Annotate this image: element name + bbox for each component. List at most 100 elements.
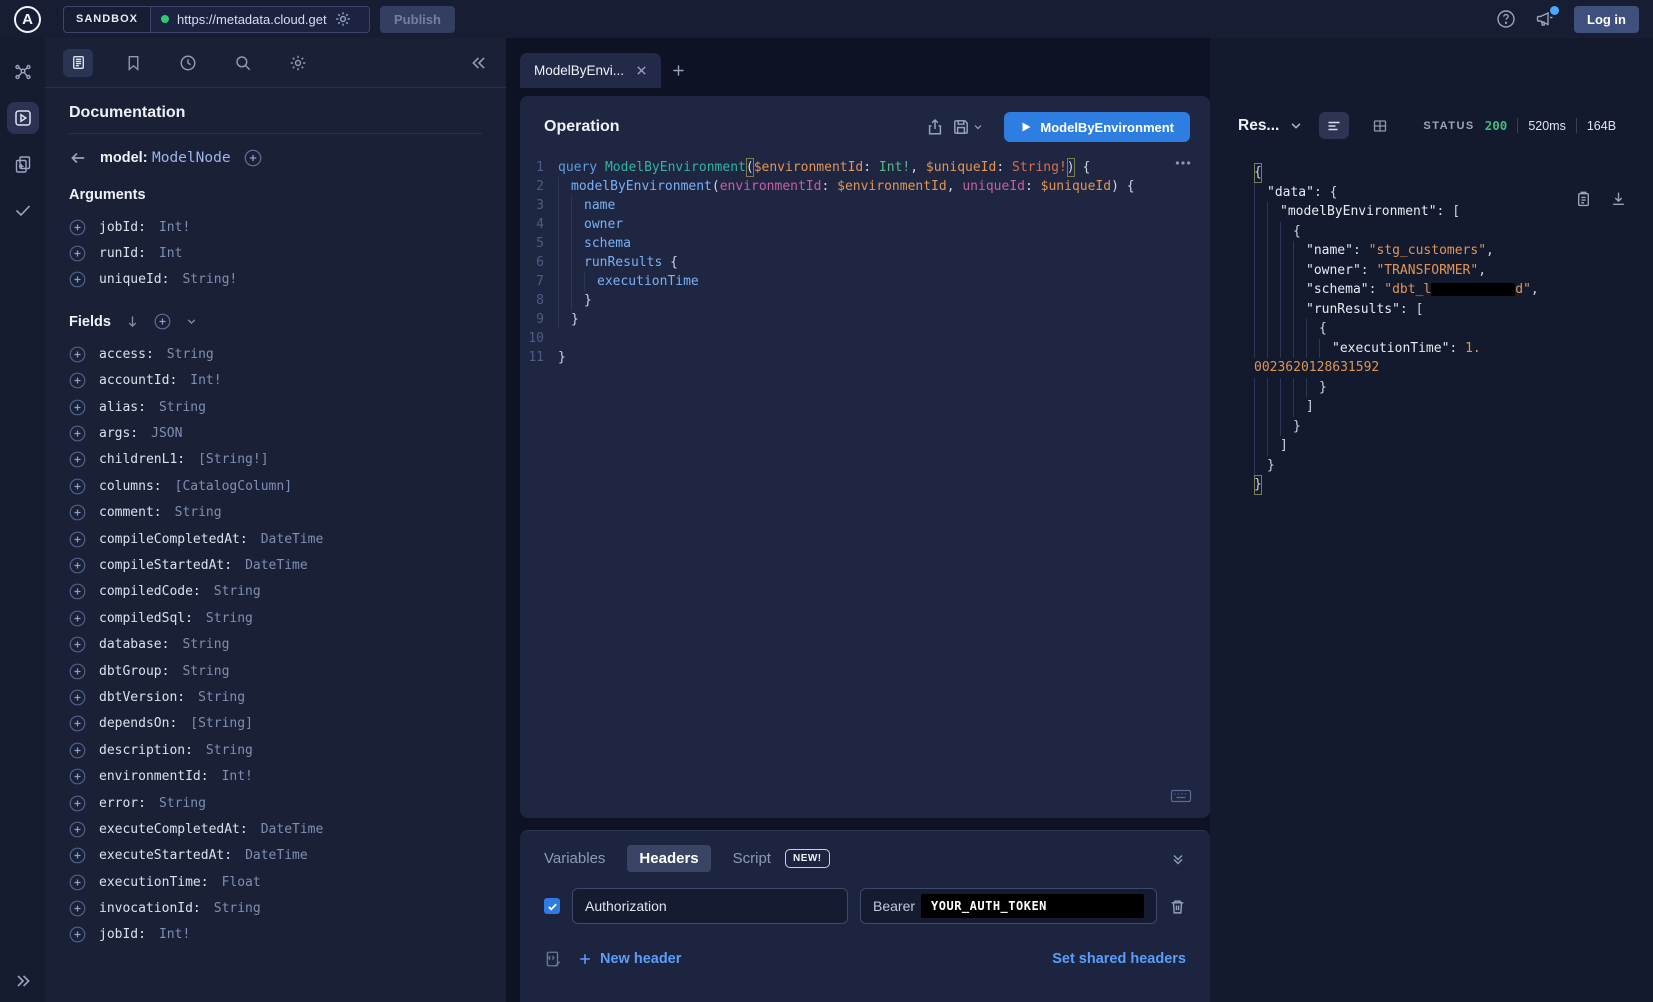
add-to-query-circle-plus-icon[interactable] <box>69 689 86 706</box>
field-item[interactable]: description:String <box>69 737 482 763</box>
endpoint-settings-gear-icon[interactable] <box>335 11 351 27</box>
add-field-circle-plus-icon[interactable] <box>244 149 262 167</box>
field-item[interactable]: executeCompletedAt:DateTime <box>69 816 482 842</box>
operation-editor[interactable]: 1query ModelByEnvironment($environmentId… <box>520 150 1210 818</box>
add-to-query-circle-plus-icon[interactable] <box>69 372 86 389</box>
argument-item[interactable]: uniqueId:String! <box>69 267 482 293</box>
endpoint-url-input[interactable]: https://metadata.cloud.get <box>151 7 369 32</box>
explorer-icon[interactable] <box>7 102 39 134</box>
download-response-icon[interactable] <box>1610 190 1627 207</box>
argument-item[interactable]: jobId:Int! <box>69 214 482 240</box>
add-to-query-circle-plus-icon[interactable] <box>69 821 86 838</box>
header-value-input[interactable]: Bearer YOUR_AUTH_TOKEN <box>860 888 1157 924</box>
breadcrumb-type-link[interactable]: ModelNode <box>152 150 231 166</box>
tab-headers[interactable]: Headers <box>627 845 710 872</box>
collapse-panel-double-chevron-icon[interactable] <box>1170 851 1186 867</box>
close-tab-icon[interactable] <box>636 65 647 76</box>
add-to-query-circle-plus-icon[interactable] <box>69 346 86 363</box>
argument-item[interactable]: runId:Int <box>69 240 482 266</box>
response-dropdown-chevron-icon[interactable] <box>1289 119 1303 133</box>
history-icon[interactable] <box>173 49 203 77</box>
add-to-query-circle-plus-icon[interactable] <box>69 847 86 864</box>
sort-fields-icon[interactable] <box>125 314 140 329</box>
add-to-query-circle-plus-icon[interactable] <box>69 610 86 627</box>
new-header-button[interactable]: New header <box>578 951 681 967</box>
expand-rail-icon[interactable] <box>14 972 32 990</box>
header-key-input[interactable] <box>572 888 848 924</box>
help-icon[interactable] <box>1496 9 1516 29</box>
field-item[interactable]: jobId:Int! <box>69 922 482 948</box>
add-to-query-circle-plus-icon[interactable] <box>69 795 86 812</box>
field-item[interactable]: dependsOn:[String] <box>69 711 482 737</box>
table-view-toggle-icon[interactable] <box>1365 112 1395 139</box>
add-to-query-circle-plus-icon[interactable] <box>69 583 86 600</box>
add-to-query-circle-plus-icon[interactable] <box>69 926 86 943</box>
publish-button[interactable]: Publish <box>380 6 455 33</box>
fields-options-chevron-icon[interactable] <box>185 315 198 328</box>
field-item[interactable]: columns:[CatalogColumn] <box>69 473 482 499</box>
add-to-query-circle-plus-icon[interactable] <box>69 663 86 680</box>
field-item[interactable]: executeStartedAt:DateTime <box>69 843 482 869</box>
add-to-query-circle-plus-icon[interactable] <box>69 219 86 236</box>
add-to-query-circle-plus-icon[interactable] <box>69 478 86 495</box>
save-options-chevron-icon[interactable] <box>972 121 984 133</box>
field-item[interactable]: dbtVersion:String <box>69 684 482 710</box>
apollo-logo[interactable]: A <box>14 6 41 33</box>
operation-collections-icon[interactable] <box>7 148 39 180</box>
field-item[interactable]: accountId:Int! <box>69 368 482 394</box>
new-tab-plus-icon[interactable] <box>661 53 695 88</box>
collapse-sidebar-icon[interactable] <box>470 54 488 72</box>
field-item[interactable]: args:JSON <box>69 420 482 446</box>
back-arrow-icon[interactable] <box>69 149 87 167</box>
add-to-query-circle-plus-icon[interactable] <box>69 874 86 891</box>
field-item[interactable]: alias:String <box>69 394 482 420</box>
add-to-query-circle-plus-icon[interactable] <box>69 715 86 732</box>
tab-variables[interactable]: Variables <box>544 845 605 872</box>
add-to-query-circle-plus-icon[interactable] <box>69 245 86 262</box>
explorer-settings-gear-icon[interactable] <box>283 49 313 77</box>
field-item[interactable]: compiledCode:String <box>69 579 482 605</box>
add-to-query-circle-plus-icon[interactable] <box>69 742 86 759</box>
share-operation-icon[interactable] <box>926 118 944 136</box>
login-button[interactable]: Log in <box>1574 6 1639 33</box>
copy-response-clipboard-icon[interactable] <box>1575 190 1592 207</box>
keyboard-shortcuts-icon[interactable] <box>1170 788 1192 804</box>
documentation-tab-icon[interactable] <box>63 49 93 77</box>
environment-variables-icon[interactable] <box>544 950 562 968</box>
add-to-query-circle-plus-icon[interactable] <box>69 504 86 521</box>
tab-script[interactable]: Script <box>733 845 771 872</box>
add-to-query-circle-plus-icon[interactable] <box>69 636 86 653</box>
header-enabled-checkbox[interactable] <box>544 898 560 914</box>
field-item[interactable]: dbtGroup:String <box>69 658 482 684</box>
add-all-fields-icon[interactable] <box>154 313 171 330</box>
set-shared-headers-button[interactable]: Set shared headers <box>1052 951 1186 967</box>
field-item[interactable]: database:String <box>69 631 482 657</box>
add-to-query-circle-plus-icon[interactable] <box>69 271 86 288</box>
bookmark-icon[interactable] <box>118 49 148 77</box>
add-to-query-circle-plus-icon[interactable] <box>69 768 86 785</box>
field-item[interactable]: compileCompletedAt:DateTime <box>69 526 482 552</box>
add-to-query-circle-plus-icon[interactable] <box>69 399 86 416</box>
editor-overflow-menu-icon[interactable] <box>1174 154 1192 172</box>
field-item[interactable]: compileStartedAt:DateTime <box>69 552 482 578</box>
add-to-query-circle-plus-icon[interactable] <box>69 900 86 917</box>
delete-header-trash-icon[interactable] <box>1169 898 1186 915</box>
add-to-query-circle-plus-icon[interactable] <box>69 451 86 468</box>
field-item[interactable]: compiledSql:String <box>69 605 482 631</box>
response-json-viewer[interactable]: {"data": {"modelByEnvironment": [{"name"… <box>1254 163 1653 495</box>
add-to-query-circle-plus-icon[interactable] <box>69 425 86 442</box>
graph-icon[interactable] <box>7 56 39 88</box>
json-view-toggle-icon[interactable] <box>1319 112 1349 139</box>
field-item[interactable]: childrenL1:[String!] <box>69 447 482 473</box>
run-operation-button[interactable]: ModelByEnvironment <box>1004 112 1190 142</box>
field-item[interactable]: comment:String <box>69 500 482 526</box>
save-operation-icon[interactable] <box>952 118 970 136</box>
operation-tab[interactable]: ModelByEnvi... <box>520 53 661 88</box>
field-item[interactable]: error:String <box>69 790 482 816</box>
field-item[interactable]: environmentId:Int! <box>69 763 482 789</box>
search-icon[interactable] <box>228 49 258 77</box>
checks-icon[interactable] <box>7 194 39 226</box>
field-item[interactable]: access:String <box>69 341 482 367</box>
field-item[interactable]: invocationId:String <box>69 895 482 921</box>
add-to-query-circle-plus-icon[interactable] <box>69 557 86 574</box>
